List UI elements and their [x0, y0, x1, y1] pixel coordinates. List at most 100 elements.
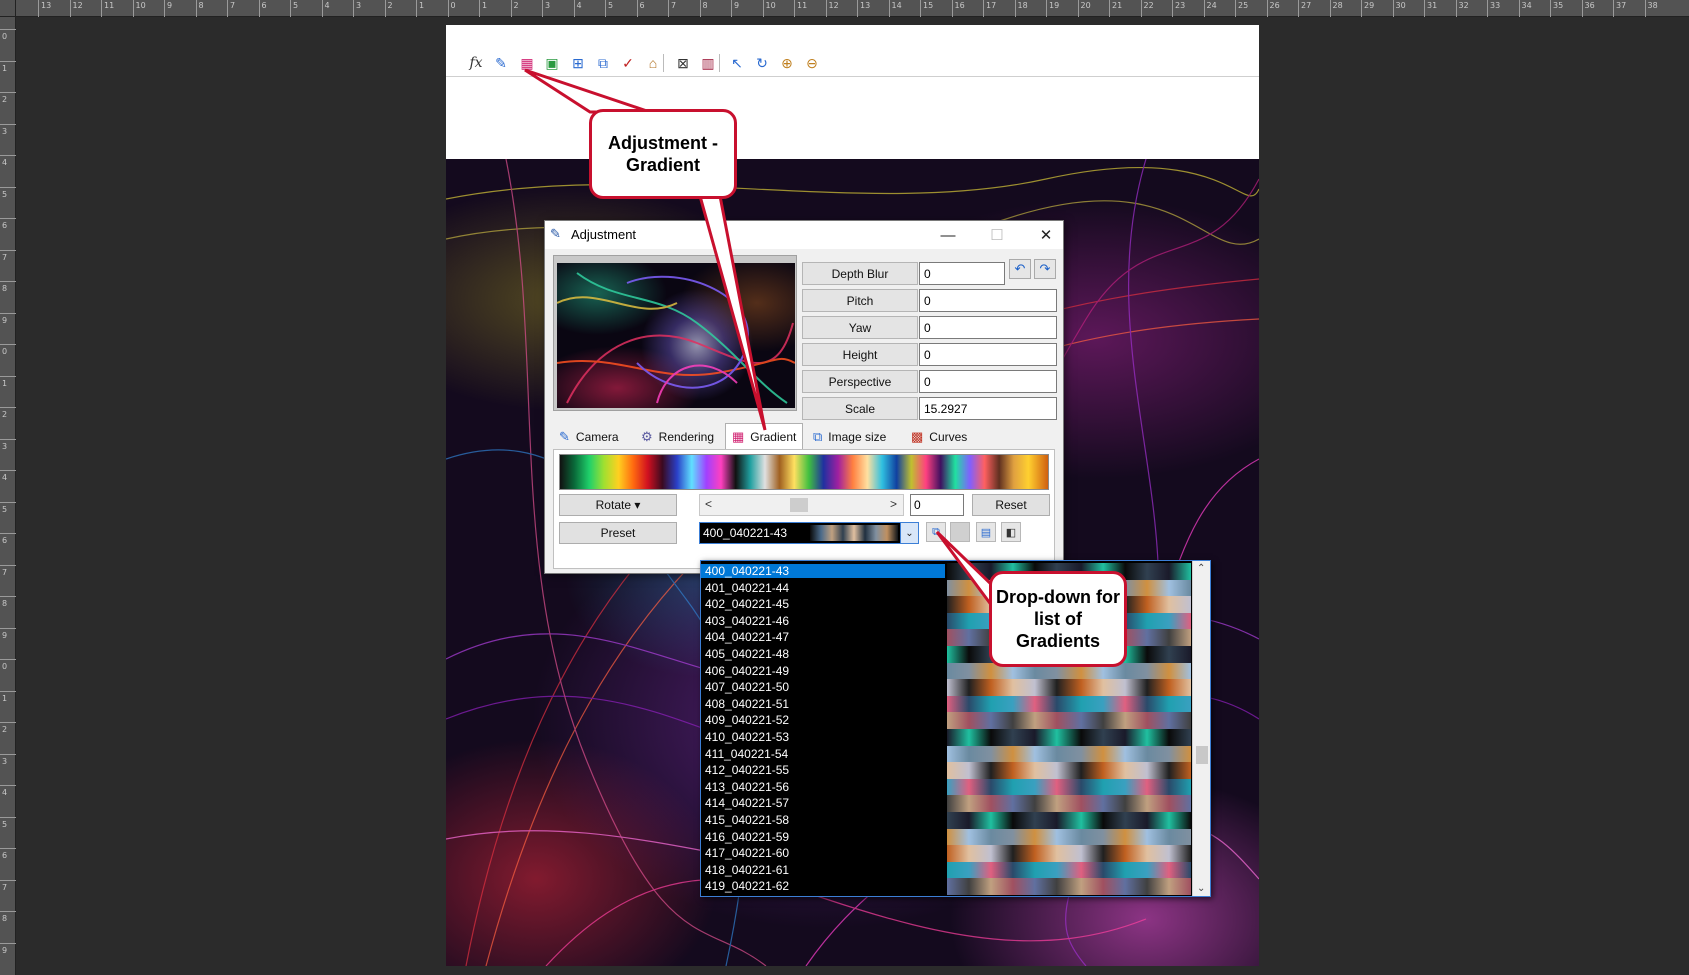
- ruler-label: 28: [1332, 1, 1343, 10]
- redo-button[interactable]: ↷: [1034, 259, 1056, 279]
- chevron-down-icon[interactable]: ⌄: [900, 523, 918, 543]
- preset-gradient-swatch: [947, 695, 1191, 713]
- list-item[interactable]: 410_040221-53: [701, 729, 1191, 746]
- fx-icon[interactable]: fx: [466, 53, 486, 73]
- ruler-tick: [636, 0, 638, 17]
- ruler-tick: [290, 0, 291, 17]
- ruler-label: 10: [765, 1, 776, 10]
- zoom-in-icon[interactable]: ⊕: [777, 53, 797, 73]
- refresh-icon[interactable]: ↻: [752, 53, 772, 73]
- preset-dropdown-list[interactable]: 400_040221-43 401_040221-44 402_040221-45 4…: [700, 560, 1211, 897]
- copy-gradient-icon[interactable]: ⧉: [926, 522, 946, 542]
- preset-button[interactable]: Preset: [559, 522, 677, 544]
- ruler-tick: [1109, 0, 1110, 17]
- ruler-label: 8: [2, 914, 8, 923]
- window-titlebar[interactable]: ✎ Adjustment — ☐ ✕: [545, 221, 1063, 249]
- toolbar-separator: [719, 54, 720, 72]
- ruler-tick: [668, 0, 669, 17]
- layers-icon[interactable]: ⧉: [593, 53, 613, 73]
- scrollbar-thumb[interactable]: [790, 498, 808, 512]
- grid-icon[interactable]: ⊞: [568, 53, 588, 73]
- gradient-preview-bar[interactable]: [559, 454, 1049, 490]
- ruler-tick: [0, 281, 16, 282]
- preset-gradient-swatch: [947, 745, 1191, 763]
- ruler-tick: [0, 816, 16, 818]
- list-item[interactable]: 414_040221-57: [701, 795, 1191, 813]
- ruler-top: 13 12 11 10 9 8 7 6 5 4 3 2 1 0 1 2 3 4 5 6 7 8 9 10 11 12 13 14 15 1…: [0, 0, 1689, 17]
- preset-name: 410_040221-53: [705, 730, 790, 744]
- ruler-tick: [888, 0, 890, 17]
- ruler-tick: [0, 785, 16, 786]
- dropdown-scrollbar[interactable]: ⌃ ⌄: [1192, 561, 1210, 896]
- property-input[interactable]: 0: [919, 289, 1057, 312]
- scroll-up-icon[interactable]: ⌃: [1197, 563, 1205, 574]
- ruler-tick: [447, 0, 449, 17]
- property-input[interactable]: 0: [919, 316, 1057, 339]
- frame-icon[interactable]: ⊠: [673, 53, 693, 73]
- undo-button[interactable]: ↶: [1009, 259, 1031, 279]
- list-item[interactable]: 407_040221-50: [701, 679, 1191, 697]
- list-item[interactable]: 419_040221-62: [701, 878, 1191, 896]
- grid-frame-icon[interactable]: ▥: [698, 53, 718, 73]
- edit-icon[interactable]: ✎: [491, 53, 511, 73]
- list-item[interactable]: 418_040221-61: [701, 861, 1191, 879]
- dropdown-scroll-thumb[interactable]: [1196, 746, 1208, 764]
- close-button[interactable]: ✕: [1031, 223, 1061, 247]
- ruler-tick: [731, 0, 732, 17]
- tab-image-size[interactable]: ⧉ Image size: [807, 425, 892, 449]
- list-item[interactable]: 412_040221-55: [701, 762, 1191, 780]
- save-gradient-icon[interactable]: ▤: [976, 522, 996, 542]
- ruler-label: 9: [2, 630, 8, 640]
- preset-name: 409_040221-52: [705, 713, 790, 728]
- ruler-tick: [920, 0, 921, 17]
- blank-gradient-icon[interactable]: [950, 522, 970, 542]
- property-label: Height: [802, 343, 918, 366]
- ruler-tick: [0, 155, 16, 156]
- ruler-label: 32: [1458, 1, 1469, 10]
- preset-name: 411_040221-54: [705, 746, 789, 761]
- ruler-label: 16: [954, 1, 965, 10]
- list-item[interactable]: 411_040221-54: [701, 745, 1191, 763]
- folder-open-icon[interactable]: ⌂: [643, 53, 663, 73]
- window-title: Adjustment: [571, 227, 637, 242]
- preset-name: 418_040221-61: [705, 862, 790, 877]
- document-check-icon[interactable]: ✓: [618, 53, 638, 73]
- list-item[interactable]: 417_040221-60: [701, 845, 1191, 863]
- preset-gradient-swatch: [947, 878, 1191, 896]
- color-square-icon[interactable]: ▣: [542, 53, 562, 73]
- ruler-label: 4: [2, 788, 8, 797]
- ruler-tick: [1518, 0, 1520, 17]
- minimize-button[interactable]: —: [933, 223, 963, 247]
- gradient-grid-icon[interactable]: ▦: [517, 53, 537, 73]
- invert-gradient-icon[interactable]: ◧: [1001, 522, 1021, 542]
- rotate-scrollbar[interactable]: < >: [699, 494, 904, 516]
- maximize-button[interactable]: ☐: [982, 223, 1012, 247]
- property-input[interactable]: 0: [919, 262, 1005, 285]
- scroll-left-icon[interactable]: <: [705, 497, 712, 511]
- list-item[interactable]: 413_040221-56: [701, 778, 1191, 796]
- pointer-icon[interactable]: ↖: [727, 53, 747, 73]
- list-item[interactable]: 416_040221-59: [701, 828, 1191, 846]
- scroll-right-icon[interactable]: >: [890, 497, 897, 511]
- property-input[interactable]: 0: [919, 343, 1057, 366]
- list-item[interactable]: 408_040221-51: [701, 695, 1191, 713]
- rotate-button[interactable]: Rotate ▾: [559, 494, 677, 516]
- preset-gradient-swatch: [947, 795, 1191, 813]
- tab-camera[interactable]: ✎ Camera: [553, 425, 625, 449]
- list-item[interactable]: 415_040221-58: [701, 812, 1191, 829]
- reset-button[interactable]: Reset: [972, 494, 1050, 516]
- preset-select[interactable]: 400_040221-43 ⌄: [699, 522, 919, 544]
- tab-curves[interactable]: ▩ Curves: [905, 425, 973, 449]
- tab-gradient[interactable]: ▦ Gradient: [725, 423, 804, 449]
- app-toolbar: fx ✎ ▦ ▣ ⊞ ⧉ ✓ ⌂ ⊠ ▥ ↖ ↻ ⊕ ⊖: [446, 49, 1259, 77]
- preset-name: 405_040221-48: [705, 647, 790, 661]
- property-row-height: Height 0: [802, 343, 1058, 366]
- list-item[interactable]: 409_040221-52: [701, 712, 1191, 730]
- tab-rendering[interactable]: ⚙ Rendering: [635, 425, 720, 449]
- zoom-out-icon[interactable]: ⊖: [802, 53, 822, 73]
- scroll-down-icon[interactable]: ⌄: [1197, 883, 1205, 894]
- rotate-value-input[interactable]: 0: [910, 494, 964, 516]
- ruler-tick: [0, 722, 16, 723]
- property-input[interactable]: 15.2927: [919, 397, 1057, 420]
- property-input[interactable]: 0: [919, 370, 1057, 393]
